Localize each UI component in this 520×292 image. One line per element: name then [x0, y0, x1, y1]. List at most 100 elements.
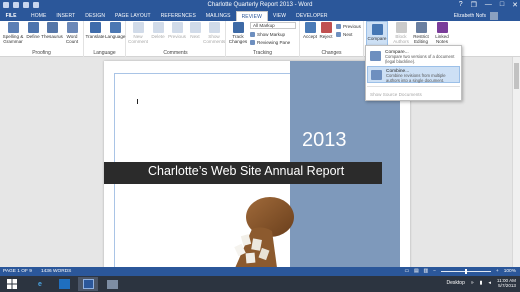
tab-references[interactable]: REFERENCES: [156, 11, 201, 21]
system-tray: Desktop » ▮ ◂ 11:00 AM 5/7/2013: [447, 278, 516, 289]
read-mode-icon[interactable]: ▭: [404, 269, 409, 274]
changes-label: Changes: [321, 50, 342, 56]
reject-button[interactable]: Reject: [318, 22, 334, 39]
close-button[interactable]: ✕: [512, 1, 518, 9]
zoom-out-icon[interactable]: −: [433, 269, 436, 274]
compare-dropdown-menu: Compare... Compare two versions of a doc…: [365, 45, 462, 101]
language-icon: [109, 22, 121, 33]
restrict-editing-button[interactable]: Restrict Editing: [411, 22, 431, 44]
spelling-icon: [7, 22, 19, 33]
tab-developer[interactable]: DEVELOPER: [291, 11, 332, 21]
new-comment-button[interactable]: New Comment: [128, 22, 148, 44]
word-taskbar-button[interactable]: [78, 277, 98, 291]
ribbon-tabs: FILE HOME INSERT DESIGN PAGE LAYOUT REFE…: [0, 11, 520, 21]
help-button[interactable]: ?: [459, 1, 463, 9]
tab-list: HOME INSERT DESIGN PAGE LAYOUT REFERENCE…: [26, 11, 333, 21]
tab-file[interactable]: FILE: [0, 11, 22, 21]
comments-group: New Comment Delete Previous Next Show Co…: [126, 21, 226, 57]
clock[interactable]: 11:00 AM 5/7/2013: [497, 278, 516, 289]
app-button[interactable]: [102, 277, 122, 291]
scrollbar-thumb[interactable]: [514, 63, 519, 89]
window-title: Charlotte Quarterly Report 2013 - Word: [207, 2, 313, 8]
next-change-button[interactable]: Next: [336, 31, 352, 37]
status-bar: PAGE 1 OF 9 1436 WORDS ▭ ▤ ▥ − + 100%: [0, 267, 520, 276]
comments-label: Comments: [163, 50, 188, 56]
minimize-button[interactable]: —: [485, 1, 492, 9]
language-button[interactable]: Language: [105, 22, 125, 39]
combine-menu-item[interactable]: Combine... Combine revisions from multip…: [367, 66, 460, 83]
previous-comment-icon: [171, 22, 183, 33]
basket-photo[interactable]: [222, 195, 296, 271]
internet-explorer-icon: e: [38, 280, 42, 288]
delete-comment-button[interactable]: Delete: [149, 22, 167, 39]
tab-review[interactable]: REVIEW: [235, 11, 268, 21]
track-changes-button[interactable]: Track Changes: [228, 22, 248, 44]
document-title[interactable]: Charlotte’s Web Site Annual Report: [148, 164, 344, 178]
zoom-slider[interactable]: [440, 269, 491, 274]
word-count-button[interactable]: Word Count: [63, 22, 81, 44]
start-button[interactable]: [2, 277, 22, 291]
track-changes-icon: [232, 22, 244, 33]
maximize-button[interactable]: □: [500, 1, 504, 9]
language-label: Language: [93, 50, 116, 56]
avatar[interactable]: [490, 12, 498, 20]
previous-change-icon: [336, 23, 341, 29]
desktop-label[interactable]: Desktop: [447, 280, 465, 286]
cover-year[interactable]: 2013: [302, 129, 347, 152]
previous-comment-button[interactable]: Previous: [167, 22, 187, 39]
tab-mailings[interactable]: MAILINGS: [201, 11, 236, 21]
tracking-group: Track Changes All Markup Show Markup Rev…: [226, 21, 300, 57]
tab-view[interactable]: VIEW: [268, 11, 291, 21]
accept-button[interactable]: Accept: [302, 22, 318, 39]
window-controls: ? ❐ — □ ✕: [459, 1, 518, 9]
user-name[interactable]: Elizabeth Nofs: [454, 11, 486, 21]
spelling-grammar-button[interactable]: Spelling & Grammar: [1, 22, 25, 44]
compare-button[interactable]: Compare: [366, 21, 388, 47]
outlook-icon: [58, 279, 70, 289]
show-comments-button[interactable]: Show Comments: [203, 22, 225, 44]
outlook-button[interactable]: [54, 277, 74, 291]
delete-comment-icon: [152, 22, 164, 33]
thesaurus-icon: [46, 22, 58, 33]
show-markup-button[interactable]: Show Markup: [250, 31, 285, 37]
tab-page-layout[interactable]: PAGE LAYOUT: [110, 11, 156, 21]
tab-home[interactable]: HOME: [26, 11, 51, 21]
ie-button[interactable]: e: [30, 277, 50, 291]
previous-change-button[interactable]: Previous: [336, 23, 361, 29]
compare-menu-item[interactable]: Compare... Compare two versions of a doc…: [367, 48, 460, 65]
lock-icon: [415, 22, 427, 33]
block-authors-button[interactable]: Block Authors: [391, 22, 411, 44]
ribbon-display-button[interactable]: ❐: [471, 1, 477, 9]
linked-notes-button[interactable]: Linked Notes: [432, 22, 452, 44]
tab-design[interactable]: DESIGN: [80, 11, 110, 21]
translate-button[interactable]: Translate: [85, 22, 105, 39]
show-markup-icon: [250, 31, 255, 37]
show-source-documents-item[interactable]: Show Source Documents: [370, 92, 422, 97]
zoom-level[interactable]: 100%: [504, 269, 516, 274]
thesaurus-button[interactable]: Thesaurus: [41, 22, 63, 39]
tab-insert[interactable]: INSERT: [51, 11, 80, 21]
define-button[interactable]: Define: [25, 22, 41, 39]
tray-arrows-icon[interactable]: »: [471, 280, 474, 286]
markup-select[interactable]: All Markup: [250, 22, 296, 29]
block-authors-icon: [395, 22, 407, 33]
zoom-in-icon[interactable]: +: [496, 269, 499, 274]
page-count[interactable]: PAGE 1 OF 9: [3, 269, 32, 274]
word-count[interactable]: 1436 WORDS: [41, 269, 71, 274]
proofing-group: Spelling & Grammar Define Thesaurus Word…: [0, 21, 84, 57]
reviewing-pane-button[interactable]: Reviewing Pane: [250, 39, 290, 45]
vertical-scrollbar[interactable]: [512, 57, 520, 267]
next-comment-button[interactable]: Next: [187, 22, 203, 39]
tracking-label: Tracking: [253, 50, 272, 56]
volume-icon[interactable]: ◂: [488, 280, 491, 286]
compare-docs-icon: [370, 51, 381, 61]
web-layout-icon[interactable]: ▥: [424, 269, 429, 274]
card-shape: [245, 252, 256, 264]
zoom-slider-knob[interactable]: [464, 269, 467, 274]
app-icon: [106, 279, 118, 289]
network-icon[interactable]: ▮: [480, 280, 483, 286]
print-layout-icon[interactable]: ▤: [414, 269, 419, 274]
taskbar: e Desktop » ▮ ◂ 11:00 AM 5/7/2013: [0, 276, 520, 292]
combine-docs-icon: [371, 70, 382, 80]
define-icon: [27, 22, 39, 33]
